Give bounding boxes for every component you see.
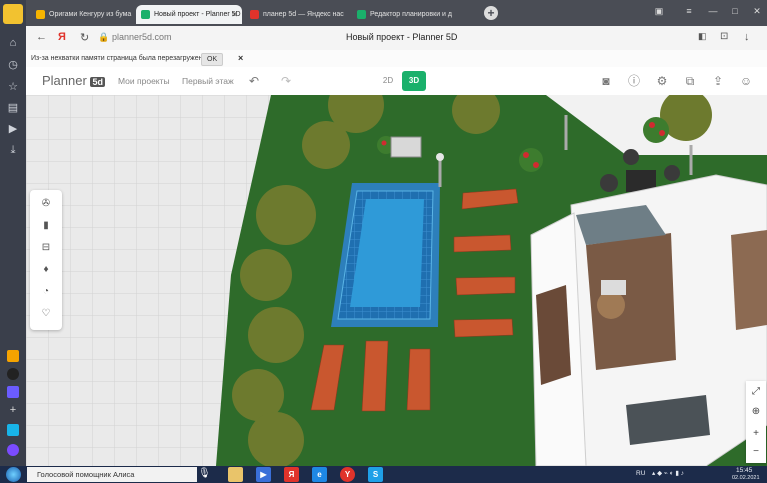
zoom-in-icon[interactable]: + bbox=[749, 427, 763, 441]
ie-icon[interactable]: e bbox=[312, 467, 327, 482]
alice-icon[interactable] bbox=[7, 444, 19, 456]
close-notice-icon[interactable]: × bbox=[238, 50, 243, 67]
tab-title: Редактор планировки и д bbox=[370, 11, 452, 18]
planner-logo[interactable]: Planner 5d bbox=[42, 73, 105, 88]
explorer-icon[interactable] bbox=[228, 467, 243, 482]
settings-icon[interactable]: ⚙ bbox=[654, 73, 670, 89]
mode-2d-button[interactable]: 2D bbox=[376, 72, 400, 90]
view-controls: ⤢ ⊕ + − bbox=[746, 381, 766, 463]
minimize-icon[interactable]: — bbox=[706, 6, 720, 16]
tab-title: Новый проект - Planner 5D bbox=[154, 11, 241, 18]
decor-icon[interactable]: ♦ bbox=[38, 262, 54, 278]
yandex-logo-icon[interactable] bbox=[3, 4, 23, 24]
close-window-icon[interactable]: ✕ bbox=[750, 6, 764, 17]
play-app-icon[interactable] bbox=[7, 424, 19, 436]
tab-title: Оригами Кенгуру из бума bbox=[49, 11, 132, 18]
star-icon[interactable]: ☆ bbox=[6, 80, 20, 94]
maximize-icon[interactable]: □ bbox=[728, 6, 742, 16]
alice-search-box[interactable]: Голосовой помощник Алиса bbox=[27, 467, 197, 482]
reload-notice-text: Из-за нехватки памяти страница была пере… bbox=[31, 55, 207, 62]
mail-icon[interactable] bbox=[7, 350, 19, 362]
skype-icon[interactable]: S bbox=[368, 467, 383, 482]
reader-icon[interactable]: ⊡ bbox=[720, 31, 728, 42]
camera-icon[interactable]: ◙ bbox=[598, 73, 614, 89]
floor-selector[interactable]: Первый этаж bbox=[182, 76, 234, 86]
favorites-icon[interactable]: ♡ bbox=[38, 306, 54, 322]
tabs-icon[interactable]: ▣ bbox=[652, 6, 666, 17]
fullscreen-icon[interactable]: ⤢ bbox=[749, 385, 763, 399]
language-indicator[interactable]: RU bbox=[636, 470, 645, 477]
tab-favicon bbox=[250, 10, 259, 19]
locate-icon[interactable]: ⊕ bbox=[749, 405, 763, 419]
yandex-icon[interactable]: Я bbox=[58, 31, 66, 43]
add-floor-icon[interactable]: ⧉ bbox=[682, 73, 698, 89]
back-icon[interactable]: ← bbox=[36, 31, 47, 43]
tab-planner-active[interactable]: Новый проект - Planner 5D ✕ bbox=[136, 5, 242, 24]
browser-side-panel: ⌂ ◷ ☆ ▤ ▶ ⤓ + bbox=[0, 0, 26, 466]
redo-icon[interactable]: ↷ bbox=[278, 73, 294, 89]
clock-time[interactable]: 15:45 bbox=[736, 467, 752, 474]
notes-icon[interactable]: ▤ bbox=[6, 101, 20, 115]
tab-editor[interactable]: Редактор планировки и д bbox=[352, 5, 456, 24]
house bbox=[530, 174, 767, 466]
media-icon[interactable]: ▶ bbox=[256, 467, 271, 482]
downloads-icon[interactable]: ↓ bbox=[744, 31, 750, 43]
system-tray: RU ▴ ◆ ⌁ ◐ ▮ ♪ 15:45 02.02.2021 bbox=[632, 466, 767, 483]
undo-icon[interactable]: ↶ bbox=[246, 73, 262, 89]
tab-yandex-search[interactable]: планер 5d — Яндекс нас bbox=[245, 5, 349, 24]
new-tab-button[interactable]: + bbox=[484, 6, 498, 20]
tab-title: планер 5d — Яндекс нас bbox=[263, 11, 344, 18]
address-bar: ← Я ↻ 🔒 planner5d.com Новый проект - Pla… bbox=[26, 26, 767, 51]
tab-favicon bbox=[141, 10, 150, 19]
mode-3d-button[interactable]: 3D bbox=[402, 71, 426, 91]
reload-icon[interactable]: ↻ bbox=[80, 31, 89, 44]
lock-icon: 🔒 bbox=[98, 32, 110, 42]
app-icon[interactable] bbox=[7, 368, 19, 380]
clock-date: 02.02.2021 bbox=[732, 475, 760, 481]
app-icon-2[interactable] bbox=[7, 386, 19, 398]
yandex-app-icon[interactable]: Y bbox=[340, 467, 355, 482]
my-projects-link[interactable]: Мои проекты bbox=[118, 76, 170, 86]
download-icon[interactable]: ⤓ bbox=[6, 143, 20, 157]
page-title: Новый проект - Planner 5D bbox=[346, 32, 458, 42]
scene-render bbox=[26, 95, 767, 466]
start-button[interactable] bbox=[6, 467, 21, 482]
3d-viewport[interactable] bbox=[26, 95, 767, 466]
clock-catalog-icon[interactable]: ◔ bbox=[38, 284, 54, 300]
logo-text: Planner bbox=[42, 73, 87, 88]
ok-button[interactable]: OK bbox=[201, 53, 224, 66]
door-icon[interactable]: ▮ bbox=[38, 218, 54, 234]
info-icon[interactable]: ⓘ bbox=[626, 73, 642, 89]
reload-notice-bar: Из-за нехватки памяти страница была пере… bbox=[26, 50, 767, 68]
object-catalog-panel: ✇ ▮ ⊟ ♦ ◔ ♡ bbox=[30, 190, 62, 330]
bench bbox=[390, 136, 422, 158]
zoom-out-icon[interactable]: − bbox=[749, 445, 763, 459]
home-icon[interactable]: ⌂ bbox=[6, 36, 20, 50]
furniture-icon[interactable]: ⊟ bbox=[38, 240, 54, 256]
logo-badge: 5d bbox=[90, 77, 105, 87]
close-tab-icon[interactable]: ✕ bbox=[231, 5, 238, 24]
tab-favicon bbox=[36, 10, 45, 19]
account-icon[interactable]: ☺ bbox=[738, 73, 754, 89]
menu-icon[interactable]: ≡ bbox=[682, 6, 696, 16]
planner-toolbar: Planner 5d Мои проекты Первый этаж ↶ ↷ 2… bbox=[26, 67, 767, 96]
share-icon[interactable]: ⇪ bbox=[710, 73, 726, 89]
bookmark-icon[interactable]: ◧ bbox=[698, 31, 707, 42]
url-field[interactable]: planner5d.com bbox=[112, 32, 172, 42]
clock-icon[interactable]: ◷ bbox=[6, 58, 20, 72]
catalog-icon[interactable]: ✇ bbox=[38, 196, 54, 212]
yandex-browser-icon[interactable]: Я bbox=[284, 467, 299, 482]
taskbar: Голосовой помощник Алиса 🎙 ▶ Я e Y S RU … bbox=[0, 466, 767, 483]
tab-origami[interactable]: Оригами Кенгуру из бума bbox=[31, 5, 133, 24]
microphone-icon[interactable]: 🎙 bbox=[198, 468, 211, 479]
tray-icons[interactable]: ▴ ◆ ⌁ ◐ ▮ ♪ bbox=[652, 469, 684, 477]
tab-strip: Оригами Кенгуру из бума Новый проект - P… bbox=[26, 0, 767, 26]
tab-favicon bbox=[357, 10, 366, 19]
add-icon[interactable]: + bbox=[7, 404, 19, 416]
play-icon[interactable]: ▶ bbox=[6, 122, 20, 136]
